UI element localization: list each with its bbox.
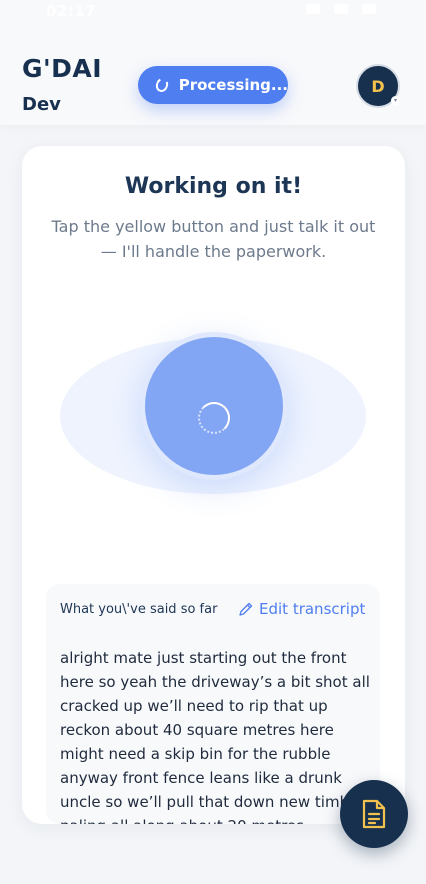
card-subtitle: Tap the yellow button and just talk it o… [51,217,376,261]
transcript-panel: What you\'ve said so far Edit transcript… [46,584,380,824]
battery-icon [362,4,376,14]
processing-status-button[interactable]: Processing... [138,66,288,104]
edit-transcript-button[interactable]: Edit transcript [238,598,365,620]
status-time: 02:17 [46,2,97,20]
chevron-down-icon: ▾ [391,96,400,105]
document-fab-button[interactable] [340,780,408,848]
transcript-text: alright mate just starting out the front… [60,649,370,824]
avatar-initial: D [371,76,385,96]
document-icon [362,799,386,829]
pencil-icon [239,602,253,616]
loader-icon [198,402,230,434]
app-title: G'DAI [22,54,103,83]
signal-icon [306,4,320,14]
edit-transcript-label: Edit transcript [259,600,366,618]
spinner-icon [153,76,170,94]
wifi-icon [334,4,348,14]
transcript-label: What you\'ve said so far [60,602,218,617]
main-card: Working on it! Tap the yellow button and… [22,146,405,824]
card-title: Working on it! [124,174,303,199]
processing-label: Processing... [178,76,288,94]
environment-label: Dev [22,94,61,115]
status-bar: 02:17 [0,0,426,24]
status-icons [306,4,376,14]
